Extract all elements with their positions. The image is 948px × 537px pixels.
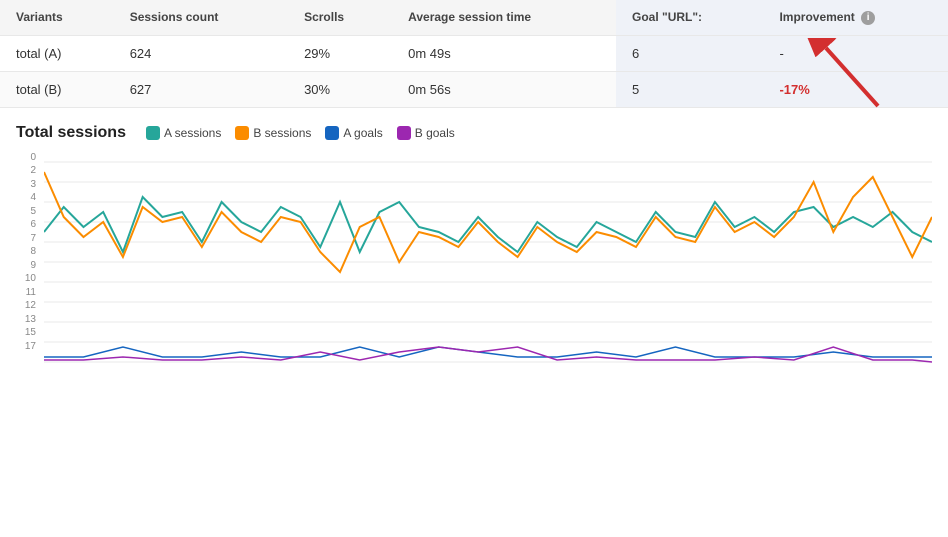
a-sessions-line bbox=[44, 197, 932, 252]
b-goals-line bbox=[44, 347, 932, 362]
chart-wrap: 17 15 13 12 11 10 9 8 7 6 5 4 3 2 0 bbox=[16, 152, 932, 372]
variant-a-scrolls: 29% bbox=[288, 35, 392, 71]
col-header-scrolls: Scrolls bbox=[288, 0, 392, 35]
y-label-13: 13 bbox=[16, 314, 40, 325]
legend-a-sessions-icon bbox=[146, 126, 160, 140]
y-label-9: 9 bbox=[16, 260, 40, 271]
y-label-17: 17 bbox=[16, 341, 40, 352]
y-label-10: 10 bbox=[16, 273, 40, 284]
legend-a-goals[interactable]: A goals bbox=[325, 126, 382, 140]
col-header-avg-session: Average session time bbox=[392, 0, 616, 35]
variant-a-sessions: 624 bbox=[114, 35, 288, 71]
legend-b-goals-label: B goals bbox=[415, 126, 455, 140]
a-goals-line bbox=[44, 347, 932, 357]
y-label-2: 2 bbox=[16, 165, 40, 176]
legend-b-goals-icon bbox=[397, 126, 411, 140]
legend-b-sessions[interactable]: B sessions bbox=[235, 126, 311, 140]
red-arrow-icon bbox=[806, 38, 886, 108]
col-header-goal-url: Goal "URL": bbox=[616, 0, 763, 35]
y-label-11: 11 bbox=[16, 287, 40, 298]
variant-b-name: total (B) bbox=[0, 71, 114, 107]
y-label-7: 7 bbox=[16, 233, 40, 244]
chart-inner bbox=[44, 152, 932, 372]
y-axis: 17 15 13 12 11 10 9 8 7 6 5 4 3 2 0 bbox=[16, 152, 40, 352]
legend-a-sessions[interactable]: A sessions bbox=[146, 126, 221, 140]
y-label-6: 6 bbox=[16, 219, 40, 230]
legend-b-goals[interactable]: B goals bbox=[397, 126, 455, 140]
col-header-variants: Variants bbox=[0, 0, 114, 35]
y-label-8: 8 bbox=[16, 246, 40, 257]
variant-b-avg-time: 0m 56s bbox=[392, 71, 616, 107]
legend-b-sessions-label: B sessions bbox=[253, 126, 311, 140]
line-chart bbox=[44, 152, 932, 372]
col-header-improvement: Improvement i bbox=[763, 0, 948, 35]
variant-b-scrolls: 30% bbox=[288, 71, 392, 107]
y-label-15: 15 bbox=[16, 327, 40, 338]
legend-a-sessions-label: A sessions bbox=[164, 126, 221, 140]
y-label-4: 4 bbox=[16, 192, 40, 203]
y-label-5: 5 bbox=[16, 206, 40, 217]
variant-a-name: total (A) bbox=[0, 35, 114, 71]
col-header-sessions: Sessions count bbox=[114, 0, 288, 35]
chart-legend: A sessions B sessions A goals B goals bbox=[146, 126, 455, 140]
y-label-3: 3 bbox=[16, 179, 40, 190]
improvement-info-icon[interactable]: i bbox=[861, 11, 875, 25]
legend-a-goals-icon bbox=[325, 126, 339, 140]
variant-b-goal: 5 bbox=[616, 71, 763, 107]
chart-header: Total sessions A sessions B sessions A g… bbox=[16, 124, 932, 142]
chart-title: Total sessions bbox=[16, 124, 126, 142]
variant-b-sessions: 627 bbox=[114, 71, 288, 107]
chart-section: Total sessions A sessions B sessions A g… bbox=[0, 108, 948, 372]
legend-a-goals-label: A goals bbox=[343, 126, 382, 140]
legend-b-sessions-icon bbox=[235, 126, 249, 140]
variant-a-goal: 6 bbox=[616, 35, 763, 71]
y-label-0: 0 bbox=[16, 152, 40, 163]
y-label-12: 12 bbox=[16, 300, 40, 311]
variant-a-avg-time: 0m 49s bbox=[392, 35, 616, 71]
